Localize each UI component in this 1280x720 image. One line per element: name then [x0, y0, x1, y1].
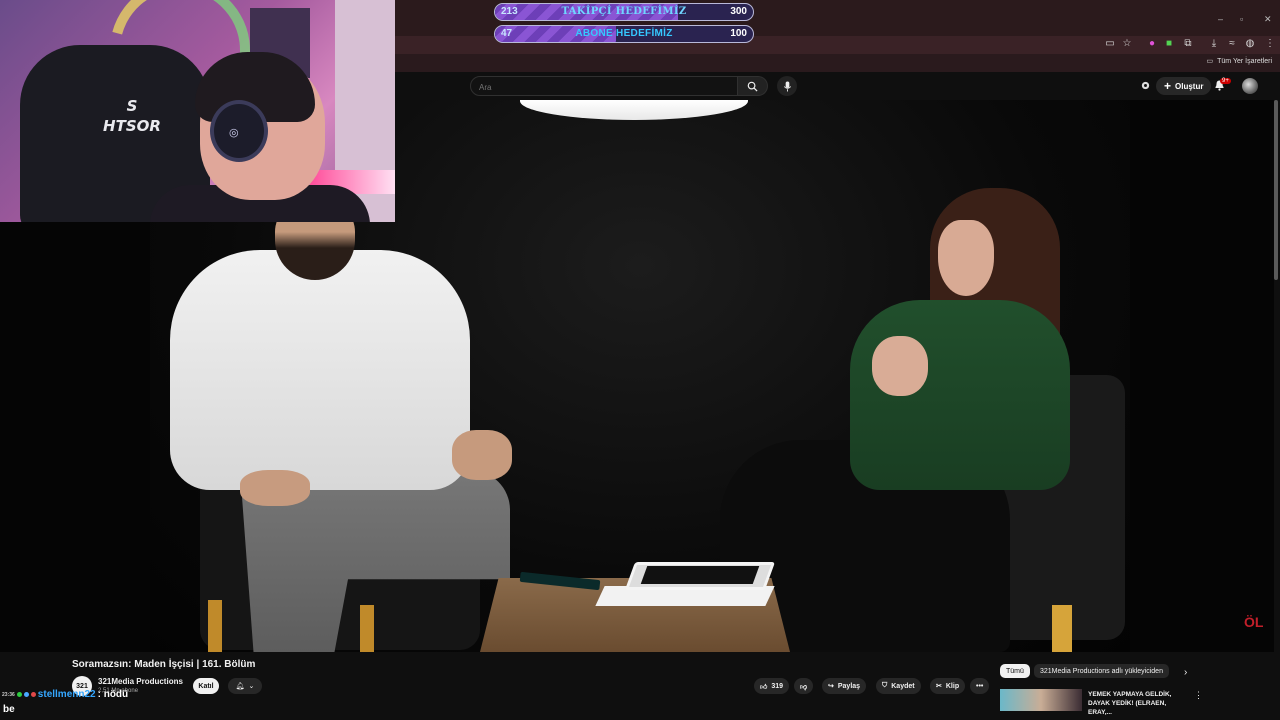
- scissors-icon: ✂: [936, 683, 942, 690]
- badge-icon: [30, 692, 36, 697]
- save-bookmark-icon: ⛉: [882, 682, 888, 689]
- chair-logo: S HTSOR: [103, 97, 161, 135]
- cast-icon[interactable]: ▭: [1104, 38, 1116, 50]
- profile-icon[interactable]: ◍: [1244, 38, 1256, 50]
- recommended-video-title[interactable]: YEMEK YAPMAYA GELDİK, DAYAK YEDİK! (ELRA…: [1088, 690, 1188, 717]
- video-title: Soramazsın: Maden İşçisi | 161. Bölüm: [72, 659, 256, 670]
- all-bookmarks[interactable]: ▭ Tüm Yer İşaretleri: [1206, 57, 1272, 66]
- maximize-icon[interactable]: ▫: [1240, 14, 1243, 24]
- guest-hand: [240, 470, 310, 506]
- more-dots-icon: •••: [976, 682, 984, 690]
- host-torso: [850, 300, 1070, 490]
- close-window-icon[interactable]: ✕: [1264, 14, 1272, 25]
- dislike-button[interactable]: 👎︎: [794, 678, 814, 694]
- extensions-puzzle-icon[interactable]: ⧉: [1182, 38, 1194, 50]
- chat-timestamp: 23:36: [2, 691, 15, 698]
- plus-icon: +: [1164, 79, 1172, 93]
- subscriber-goal-label: ABONE HEDEFİMİZ: [575, 28, 673, 39]
- guest-hand: [452, 430, 512, 480]
- headset: [210, 100, 268, 162]
- save-label: Kaydet: [891, 682, 915, 690]
- bookmarks-bar: ▭ Tüm Yer İşaretleri: [395, 54, 1280, 72]
- account-avatar[interactable]: [1242, 78, 1258, 94]
- chair-leg: [1052, 605, 1072, 652]
- badge-icon: [23, 692, 29, 697]
- follower-goal-target: 300: [730, 6, 747, 17]
- share-icon: ↪: [828, 683, 834, 690]
- search-icon: [747, 81, 758, 92]
- chevron-right-icon[interactable]: ›: [1184, 667, 1187, 678]
- chair-leg: [360, 605, 374, 652]
- subscriber-goal-target: 100: [730, 28, 747, 39]
- clip-button[interactable]: ✂ Klip: [930, 678, 966, 694]
- recommended-more-icon[interactable]: ⋮: [1194, 690, 1203, 701]
- chip-all[interactable]: Tümü: [1000, 664, 1030, 678]
- follower-goal-bar: 213 TAKİPÇİ HEDEFİMİZ 300: [494, 3, 754, 21]
- chat-text: : nödü: [97, 689, 129, 700]
- gear-icon[interactable]: [1140, 80, 1151, 91]
- create-label: Oluştur: [1175, 81, 1204, 91]
- share-button[interactable]: ↪ Paylaş: [822, 678, 867, 694]
- bell-icon: 🔔︎: [235, 683, 245, 690]
- chip-from-uploader[interactable]: 321Media Productions adlı yükleyiciden: [1034, 664, 1169, 678]
- notification-badge: 9+: [1220, 78, 1231, 84]
- like-button[interactable]: 👍︎ 319: [754, 678, 790, 694]
- thumbs-down-icon: 👎︎: [800, 683, 808, 691]
- host-face: [938, 220, 994, 296]
- chair-leg: [208, 600, 222, 652]
- microphone-icon: [783, 80, 791, 92]
- thumbs-up-icon: 👍︎: [760, 683, 768, 691]
- chat-message: 23:36 stellmenn22 : nödü: [2, 689, 128, 700]
- search-button[interactable]: [738, 76, 768, 96]
- streamer-webcam: S HTSOR ◎: [0, 0, 395, 222]
- chat-username: stellmenn22: [37, 689, 96, 700]
- folder-icon: ▭: [1206, 58, 1214, 65]
- chevron-down-icon: ⌄: [248, 683, 255, 690]
- minimize-icon[interactable]: –: [1218, 14, 1223, 24]
- extension-icon[interactable]: ■: [1163, 38, 1175, 50]
- search-input[interactable]: [471, 78, 737, 97]
- tablet-screen: [640, 566, 760, 584]
- more-actions-button[interactable]: •••: [970, 678, 990, 694]
- subscription-bell-button[interactable]: 🔔︎ ⌄: [228, 678, 262, 694]
- kick-badge-icon: [16, 692, 22, 697]
- browser-menu-icon[interactable]: ⋮: [1264, 38, 1276, 50]
- extension-icon[interactable]: ●: [1146, 38, 1158, 50]
- save-button[interactable]: ⛉ Kaydet: [876, 678, 921, 694]
- subscriber-goal-bar: 47 ABONE HEDEFİMİZ 100: [494, 25, 754, 43]
- clip-label: Klip: [945, 682, 960, 690]
- join-button[interactable]: Katıl: [193, 678, 219, 694]
- download-icon[interactable]: ⤓: [1208, 38, 1220, 50]
- stream-screen: – ▫ ✕ ▭ ☆ ● ■ ⧉ ⤓ ≈ ◍ ⋮ ▭ Tüm Yer İşaret…: [0, 0, 1280, 720]
- translate-icon[interactable]: ≈: [1226, 38, 1238, 50]
- create-button[interactable]: + Oluştur: [1156, 77, 1212, 95]
- channel-watermark: ÖL: [1244, 614, 1264, 630]
- page-scrollbar[interactable]: [1274, 100, 1278, 280]
- chat-message-partial: be: [3, 704, 15, 715]
- guest-torso: [170, 250, 470, 490]
- bookmark-star-icon[interactable]: ☆: [1121, 38, 1133, 50]
- headset-logo-icon: ◎: [229, 127, 239, 139]
- share-label: Paylaş: [837, 682, 861, 690]
- all-bookmarks-label: Tüm Yer İşaretleri: [1217, 57, 1272, 65]
- host-hands: [872, 336, 928, 396]
- voice-search-button[interactable]: [777, 76, 797, 96]
- like-count: 319: [771, 682, 784, 690]
- channel-name[interactable]: 321Media Productions: [98, 677, 183, 686]
- search-box[interactable]: [470, 76, 738, 97]
- follower-goal-label: TAKİPÇİ HEDEFİMİZ: [561, 6, 687, 17]
- recommended-video-thumbnail[interactable]: [1000, 689, 1082, 711]
